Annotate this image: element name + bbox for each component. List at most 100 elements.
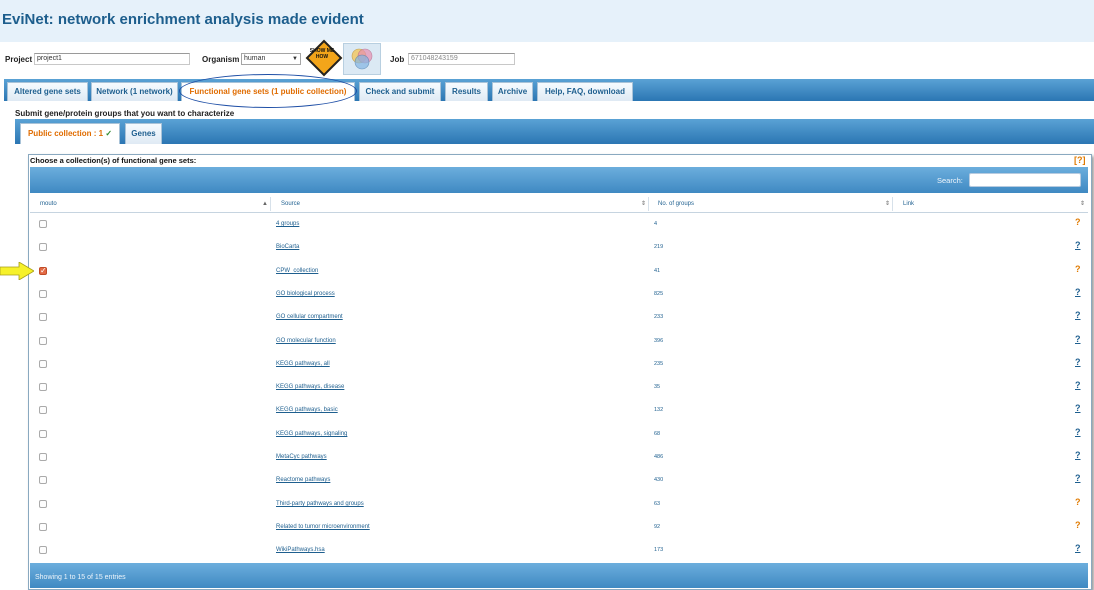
source-link[interactable]: KEGG pathways, signaling — [276, 431, 347, 437]
help-icon[interactable]: ? — [1075, 403, 1081, 413]
help-icon[interactable]: ? — [1075, 427, 1081, 437]
check-icon: ✓ — [105, 129, 113, 138]
row-checkbox[interactable] — [39, 383, 47, 391]
organism-select[interactable]: human ▼ — [241, 53, 301, 65]
group-count: 233 — [654, 314, 664, 320]
source-link[interactable]: Reactome pathways — [276, 477, 330, 483]
app-header: EviNet: network enrichment analysis made… — [0, 0, 1094, 43]
row-checkbox[interactable] — [39, 243, 47, 251]
source-link[interactable]: KEGG pathways, disease — [276, 384, 344, 390]
source-link[interactable]: GO cellular compartment — [276, 314, 343, 320]
source-link[interactable]: GO molecular function — [276, 338, 336, 344]
group-count: 219 — [654, 244, 664, 250]
help-icon[interactable]: ? — [1075, 334, 1081, 344]
source-link[interactable]: GO biological process — [276, 291, 335, 297]
source-link[interactable]: CPW_collection — [276, 268, 318, 274]
public-collection-label: Public collection : 1 — [27, 129, 104, 138]
table-row: GO biological process 825? — [30, 283, 1088, 306]
venn-diagram-icon[interactable] — [343, 43, 381, 75]
help-icon[interactable]: ? — [1075, 217, 1081, 227]
table-footer — [30, 563, 1088, 588]
tab-network[interactable]: Network (1 network) — [91, 82, 178, 101]
sort-asc-icon[interactable]: ▲ — [262, 197, 268, 211]
source-link[interactable]: KEGG pathways, all — [276, 361, 330, 367]
job-input[interactable]: 671048243159 — [408, 53, 515, 65]
tab-check-and-submit[interactable]: Check and submit — [359, 82, 441, 101]
source-link[interactable]: WikiPathways.hsa — [276, 547, 325, 553]
column-header-mouto[interactable]: mouto — [40, 197, 57, 211]
search-label: Search: — [937, 176, 963, 185]
help-icon[interactable]: ? — [1075, 240, 1081, 250]
help-icon[interactable]: ? — [1075, 310, 1081, 320]
source-link[interactable]: Related to tumor microenvironment — [276, 524, 370, 530]
column-divider — [648, 197, 649, 211]
help-icon[interactable]: ? — [1075, 543, 1081, 553]
organism-label: Organism — [202, 55, 240, 64]
source-link[interactable]: Third-party pathways and groups — [276, 501, 364, 507]
row-checkbox[interactable] — [39, 430, 47, 438]
table-row: Related to tumor microenvironment 92? — [30, 516, 1088, 539]
tab-public-collection[interactable]: Public collection : 1 ✓ — [20, 123, 120, 144]
help-icon[interactable]: ? — [1075, 357, 1081, 367]
group-count: 486 — [654, 454, 664, 460]
row-checkbox[interactable] — [39, 337, 47, 345]
row-checkbox[interactable] — [39, 406, 47, 414]
group-count: 396 — [654, 338, 664, 344]
table-row: MetaCyc pathways 486? — [30, 446, 1088, 469]
group-count: 825 — [654, 291, 664, 297]
group-count: 4 — [654, 221, 658, 227]
help-icon[interactable]: ? — [1075, 450, 1081, 460]
table-row: Third-party pathways and groups 63? — [30, 493, 1088, 516]
project-label: Project — [5, 55, 33, 64]
row-checkbox[interactable] — [39, 266, 47, 276]
tab-genes[interactable]: Genes — [125, 123, 162, 144]
entries-info: Showing 1 to 15 of 15 entries — [35, 574, 126, 581]
row-checkbox[interactable] — [39, 290, 47, 298]
tab-altered-gene-sets[interactable]: Altered gene sets — [7, 82, 88, 101]
help-icon[interactable]: ? — [1075, 497, 1081, 507]
row-checkbox[interactable] — [39, 313, 47, 321]
sort-icon[interactable]: ⇕ — [1080, 197, 1085, 211]
source-link[interactable]: KEGG pathways, basic — [276, 407, 338, 413]
sort-icon[interactable]: ⇕ — [885, 197, 890, 211]
help-icon[interactable]: ? — [1075, 287, 1081, 297]
column-header-source[interactable]: Source — [281, 197, 300, 211]
show-me-how-text: SHOW ME HOW — [309, 48, 335, 60]
row-checkbox[interactable] — [39, 500, 47, 508]
tab-help[interactable]: Help, FAQ, download — [537, 82, 633, 101]
row-checkbox[interactable] — [39, 453, 47, 461]
table-row: KEGG pathways, all 235? — [30, 353, 1088, 376]
tab-results[interactable]: Results — [445, 82, 488, 101]
column-header-groups[interactable]: No. of groups — [658, 197, 694, 211]
show-me-how-button[interactable]: SHOW ME HOW — [305, 39, 343, 77]
group-count: 235 — [654, 361, 664, 367]
sort-icon[interactable]: ⇕ — [641, 197, 646, 211]
group-count: 35 — [654, 384, 661, 390]
help-link[interactable]: [?] — [1074, 155, 1086, 165]
row-checkbox[interactable] — [39, 360, 47, 368]
table-header — [30, 196, 1088, 213]
row-checkbox[interactable] — [39, 546, 47, 554]
row-checkbox[interactable] — [39, 476, 47, 484]
help-icon[interactable]: ? — [1075, 380, 1081, 390]
row-checkbox[interactable] — [39, 220, 47, 228]
table-row: BioCarta 219? — [30, 236, 1088, 259]
column-divider — [892, 197, 893, 211]
table-row: CPW_collection 41? — [30, 260, 1088, 283]
tab-archive[interactable]: Archive — [492, 82, 533, 101]
table-row: KEGG pathways, disease 35? — [30, 376, 1088, 399]
group-count: 92 — [654, 524, 661, 530]
help-icon[interactable]: ? — [1075, 473, 1081, 483]
table-row: KEGG pathways, basic 132? — [30, 399, 1088, 422]
search-input[interactable] — [969, 173, 1081, 187]
help-icon[interactable]: ? — [1075, 264, 1081, 274]
sub-tab-bar — [15, 119, 1094, 144]
help-icon[interactable]: ? — [1075, 520, 1081, 530]
source-link[interactable]: 4 groups — [276, 221, 299, 227]
group-count: 132 — [654, 407, 664, 413]
row-checkbox[interactable] — [39, 523, 47, 531]
column-header-link[interactable]: Link — [903, 197, 914, 211]
project-input[interactable]: project1 — [34, 53, 190, 65]
source-link[interactable]: BioCarta — [276, 244, 299, 250]
source-link[interactable]: MetaCyc pathways — [276, 454, 327, 460]
